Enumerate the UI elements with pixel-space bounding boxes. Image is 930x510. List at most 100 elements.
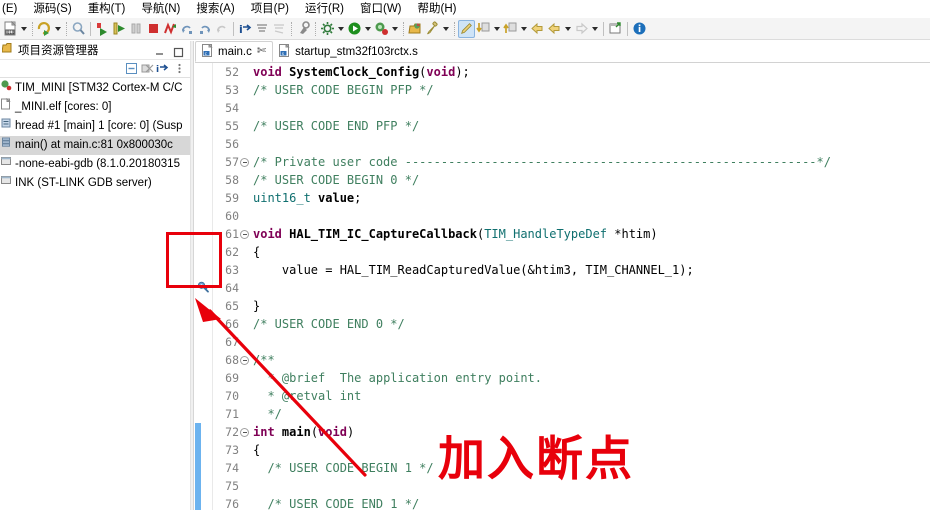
list-item[interactable]: hread #1 [main] 1 [core: 0] (Susp xyxy=(0,117,190,136)
marker-bar[interactable] xyxy=(195,63,213,510)
line-number: 60 xyxy=(225,209,239,223)
next-annotation-icon[interactable] xyxy=(475,20,492,38)
dropdown-arrow-icon[interactable] xyxy=(19,20,29,38)
step-back-icon[interactable] xyxy=(196,20,213,38)
new-c-file-icon[interactable]: 010 xyxy=(2,20,19,38)
list-item[interactable]: INK (ST-LINK GDB server) xyxy=(0,174,190,193)
info-icon[interactable] xyxy=(631,20,648,38)
menu-item-refactor[interactable]: 重构(T) xyxy=(80,0,134,18)
debug-tree[interactable]: TIM_MINI [STM32 Cortex-M C/C _MINI.elf [… xyxy=(0,78,190,193)
menu-item-source[interactable]: 源码(S) xyxy=(25,0,79,18)
disconnect-icon[interactable] xyxy=(162,20,179,38)
toolbar-separator xyxy=(288,20,295,38)
new-window-icon[interactable] xyxy=(607,20,624,38)
forward-icon[interactable] xyxy=(573,20,590,38)
code-line[interactable]: 69 * @brief The application entry point. xyxy=(213,369,930,387)
resume-icon[interactable] xyxy=(94,20,111,38)
menu-item-edit[interactable]: (E) xyxy=(0,0,25,18)
code-line[interactable]: 63 value = HAL_TIM_ReadCapturedValue(&ht… xyxy=(213,261,930,279)
dropdown-arrow-icon[interactable] xyxy=(563,20,573,38)
menu-item-project[interactable]: 项目(P) xyxy=(243,0,297,18)
save-all-icon[interactable] xyxy=(36,20,53,38)
code-text: /* USER CODE BEGIN 1 */ xyxy=(253,461,434,475)
collapse-all-icon[interactable] xyxy=(123,61,139,77)
step-into-icon[interactable] xyxy=(111,20,128,38)
run-icon[interactable] xyxy=(346,20,363,38)
line-number: 63 xyxy=(225,263,239,277)
code-line[interactable]: 68 /** xyxy=(213,351,930,369)
instruction-stepping-icon[interactable]: i xyxy=(237,20,254,38)
fold-collapse-icon[interactable] xyxy=(239,229,250,239)
drill-down-icon[interactable]: i xyxy=(155,61,171,77)
code-line[interactable]: 61 void HAL_TIM_IC_CaptureCallback(TIM_Ha… xyxy=(213,225,930,243)
code-text: /* USER CODE BEGIN PFP */ xyxy=(253,83,434,97)
dropdown-arrow-icon[interactable] xyxy=(519,20,529,38)
dropdown-arrow-icon[interactable] xyxy=(363,20,373,38)
menu-item-navigate[interactable]: 导航(N) xyxy=(133,0,188,18)
skip-breakpoints-icon[interactable] xyxy=(254,20,271,38)
list-item[interactable]: TIM_MINI [STM32 Cortex-M C/C xyxy=(0,79,190,98)
menu-item-window[interactable]: 窗口(W) xyxy=(352,0,410,18)
tab-main-c[interactable]: c main.c ✄ xyxy=(195,41,274,62)
code-line[interactable]: 70 * @retval int xyxy=(213,387,930,405)
minimize-icon[interactable] xyxy=(154,45,165,56)
code-line[interactable]: 66 /* USER CODE END 0 */ xyxy=(213,315,930,333)
back-icon[interactable] xyxy=(529,20,546,38)
dropdown-arrow-icon[interactable] xyxy=(441,20,451,38)
view-menu-icon[interactable] xyxy=(171,61,187,77)
search-icon[interactable] xyxy=(70,20,87,38)
dropdown-arrow-icon[interactable] xyxy=(590,20,600,38)
code-line[interactable]: 53 /* USER CODE BEGIN PFP */ xyxy=(213,81,930,99)
search-file-icon[interactable] xyxy=(424,20,441,38)
prev-annotation-icon[interactable] xyxy=(502,20,519,38)
dropdown-arrow-icon[interactable] xyxy=(336,20,346,38)
tab-startup-asm[interactable]: s startup_stm32f103rctx.s xyxy=(273,41,424,62)
code-line[interactable]: 54 xyxy=(213,99,930,117)
code-line[interactable]: 56 xyxy=(213,135,930,153)
link-with-editor-icon[interactable] xyxy=(139,61,155,77)
terminate-icon[interactable] xyxy=(145,20,162,38)
code-line[interactable]: 52 void SystemClock_Config(void); xyxy=(213,63,930,81)
no-step-filters-icon[interactable] xyxy=(271,20,288,38)
code-line[interactable]: 55 /* USER CODE END PFP */ xyxy=(213,117,930,135)
code-line[interactable]: 62 { xyxy=(213,243,930,261)
code-line[interactable]: 76 /* USER CODE END 1 */ xyxy=(213,495,930,510)
build-settings-icon[interactable] xyxy=(319,20,336,38)
dropdown-arrow-icon[interactable] xyxy=(492,20,502,38)
list-item-label: main() at main.c:81 0x800030c xyxy=(15,139,173,151)
pencil-active-icon[interactable] xyxy=(458,19,475,38)
list-item[interactable]: _MINI.elf [cores: 0] xyxy=(0,98,190,117)
list-item[interactable]: -none-eabi-gdb (8.1.0.20180315 xyxy=(0,155,190,174)
code-line[interactable]: 67 xyxy=(213,333,930,351)
fold-collapse-icon[interactable] xyxy=(239,157,250,167)
code-text: { xyxy=(253,443,261,457)
menu-item-search[interactable]: 搜索(A) xyxy=(188,0,242,18)
step-over-icon[interactable] xyxy=(128,20,145,38)
process-icon xyxy=(0,174,12,193)
menu-item-help[interactable]: 帮助(H) xyxy=(410,0,465,18)
code-line[interactable]: 58 /* USER CODE BEGIN 0 */ xyxy=(213,171,930,189)
code-line[interactable]: 59 uint16_t value; xyxy=(213,189,930,207)
code-line[interactable]: 60 xyxy=(213,207,930,225)
code-line[interactable]: 64 xyxy=(213,279,930,297)
list-item-selected-stack-frame[interactable]: main() at main.c:81 0x800030c xyxy=(0,136,190,155)
fold-collapse-icon[interactable] xyxy=(239,427,250,437)
close-icon[interactable]: ✄ xyxy=(257,46,266,57)
svg-text:i: i xyxy=(156,65,159,75)
drop-to-frame-icon[interactable] xyxy=(213,20,230,38)
menu-item-run[interactable]: 运行(R) xyxy=(297,0,352,18)
dropdown-arrow-icon[interactable] xyxy=(390,20,400,38)
open-resource-icon[interactable] xyxy=(407,20,424,38)
forward-back-icon[interactable] xyxy=(546,20,563,38)
fold-collapse-icon[interactable] xyxy=(239,355,250,365)
maximize-icon[interactable] xyxy=(173,45,184,58)
debug-icon[interactable] xyxy=(373,20,390,38)
dropdown-arrow-icon[interactable] xyxy=(53,20,63,38)
code-line[interactable]: 57 /* Private user code -----------------… xyxy=(213,153,930,171)
breakpoint-pin-icon[interactable] xyxy=(197,281,211,295)
code-line[interactable]: 65} xyxy=(213,297,930,315)
build-icon[interactable] xyxy=(295,20,312,38)
step-return-icon[interactable] xyxy=(179,20,196,38)
toolbar-separator xyxy=(87,20,94,38)
panel-divider[interactable] xyxy=(190,41,194,510)
